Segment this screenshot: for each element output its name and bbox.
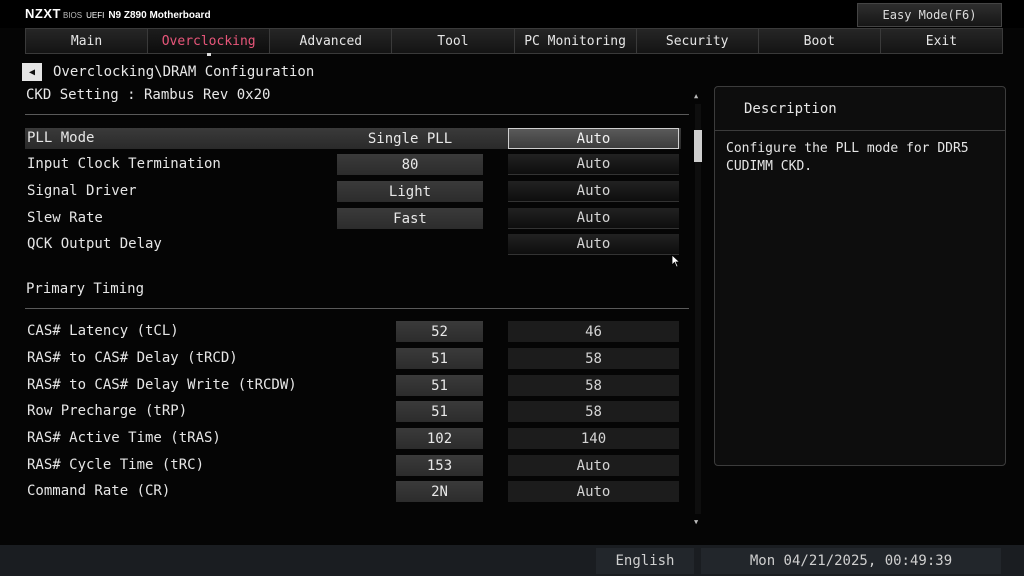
current-value: 51: [396, 375, 483, 396]
pll-mode-select[interactable]: Auto: [508, 128, 679, 149]
top-bar: NZXT BIOS UEFI N9 Z890 Motherboard Easy Mod…: [0, 0, 1024, 28]
current-value: 153: [396, 455, 483, 476]
setting-row-pll-mode[interactable]: PLL Mode Single PLL Auto: [25, 128, 681, 149]
current-value: Light: [337, 181, 483, 202]
setting-label: Slew Rate: [27, 210, 103, 226]
current-value: Fast: [337, 208, 483, 229]
scroll-track[interactable]: [695, 104, 701, 514]
tab-advanced[interactable]: Advanced: [270, 28, 393, 54]
tab-exit[interactable]: Exit: [880, 28, 1003, 54]
signal-driver-select[interactable]: Auto: [508, 181, 679, 202]
trc-input[interactable]: Auto: [508, 455, 679, 476]
breadcrumb-row: ◀ Overclocking\DRAM Configuration: [22, 62, 314, 82]
command-rate-select[interactable]: Auto: [508, 481, 679, 502]
back-arrow-icon: ◀: [28, 66, 36, 78]
setting-row-trp[interactable]: Row Precharge (tRP) 51 58: [25, 401, 681, 422]
tab-main[interactable]: Main: [25, 28, 149, 54]
setting-row-input-clock-termination[interactable]: Input Clock Termination 80 Auto: [25, 154, 681, 175]
slew-rate-select[interactable]: Auto: [508, 208, 679, 229]
ckd-setting-label: CKD Setting : Rambus Rev 0x20: [26, 87, 271, 103]
current-value: 80: [337, 154, 483, 175]
datetime-display: Mon 04/21/2025, 00:49:39: [701, 548, 1001, 574]
setting-row-trc[interactable]: RAS# Cycle Time (tRC) 153 Auto: [25, 455, 681, 476]
divider: [25, 114, 689, 115]
setting-label: Signal Driver: [27, 183, 137, 199]
mouse-cursor-icon: [671, 254, 681, 268]
easy-mode-button[interactable]: Easy Mode(F6): [857, 3, 1002, 27]
setting-label: RAS# Cycle Time (tRC): [27, 457, 205, 473]
description-panel: Description Configure the PLL mode for D…: [714, 86, 1006, 466]
setting-label: Row Precharge (tRP): [27, 403, 188, 419]
brand-name: NZXT: [25, 6, 61, 21]
tab-overclocking[interactable]: Overclocking: [148, 28, 271, 54]
setting-row-trcdw[interactable]: RAS# to CAS# Delay Write (tRCDW) 51 58: [25, 375, 681, 396]
current-value: 52: [396, 321, 483, 342]
divider: [25, 308, 689, 309]
setting-row-command-rate[interactable]: Command Rate (CR) 2N Auto: [25, 481, 681, 502]
setting-row-signal-driver[interactable]: Signal Driver Light Auto: [25, 181, 681, 202]
setting-label: CAS# Latency (tCL): [27, 323, 179, 339]
setting-row-qck-output-delay[interactable]: QCK Output Delay Auto: [25, 234, 681, 255]
setting-label: Input Clock Termination: [27, 156, 221, 172]
tras-input[interactable]: 140: [508, 428, 679, 449]
tab-boot[interactable]: Boot: [758, 28, 881, 54]
description-text: Configure the PLL mode for DDR5 CUDIMM C…: [726, 141, 969, 174]
setting-row-tras[interactable]: RAS# Active Time (tRAS) 102 140: [25, 428, 681, 449]
trcdw-input[interactable]: 58: [508, 375, 679, 396]
setting-label: RAS# Active Time (tRAS): [27, 430, 221, 446]
trp-input[interactable]: 58: [508, 401, 679, 422]
current-value: 51: [396, 401, 483, 422]
setting-row-trcd[interactable]: RAS# to CAS# Delay (tRCD) 51 58: [25, 348, 681, 369]
setting-label: RAS# to CAS# Delay Write (tRCDW): [27, 377, 297, 393]
tab-pc-monitoring[interactable]: PC Monitoring: [514, 28, 637, 54]
setting-label: QCK Output Delay: [27, 236, 162, 252]
setting-label: PLL Mode: [27, 130, 95, 146]
scroll-down-arrow-icon[interactable]: ▼: [694, 518, 698, 526]
trcd-input[interactable]: 58: [508, 348, 679, 369]
language-button[interactable]: English: [596, 548, 694, 574]
main-tabs: Main Overclocking Advanced Tool PC Monit…: [25, 28, 1003, 54]
description-title: Description: [715, 87, 1005, 131]
uefi-label: UEFI: [86, 11, 105, 20]
bios-label: BIOS: [62, 11, 83, 20]
scroll-up-arrow-icon[interactable]: ▲: [694, 92, 698, 100]
tab-tool[interactable]: Tool: [392, 28, 515, 54]
current-value: Single PLL: [367, 130, 453, 147]
current-value: 2N: [396, 481, 483, 502]
setting-label: Command Rate (CR): [27, 483, 171, 499]
qck-output-delay-select[interactable]: Auto: [508, 234, 679, 255]
section-title-primary-timing: Primary Timing: [26, 281, 145, 297]
back-button[interactable]: ◀: [22, 63, 42, 81]
current-value: 102: [396, 428, 483, 449]
setting-row-slew-rate[interactable]: Slew Rate Fast Auto: [25, 208, 681, 229]
input-clock-termination-select[interactable]: Auto: [508, 154, 679, 175]
scrollbar[interactable]: ▲ ▼: [692, 92, 704, 526]
setting-label: RAS# to CAS# Delay (tRCD): [27, 350, 238, 366]
brand-logo: NZXT BIOS UEFI N9 Z890 Motherboard: [25, 6, 211, 21]
current-value: 51: [396, 348, 483, 369]
tcl-input[interactable]: 46: [508, 321, 679, 342]
motherboard-model: N9 Z890 Motherboard: [108, 10, 211, 21]
setting-row-tcl[interactable]: CAS# Latency (tCL) 52 46: [25, 321, 681, 342]
scroll-thumb[interactable]: [694, 130, 702, 162]
breadcrumb: Overclocking\DRAM Configuration: [53, 64, 315, 80]
tab-security[interactable]: Security: [636, 28, 759, 54]
